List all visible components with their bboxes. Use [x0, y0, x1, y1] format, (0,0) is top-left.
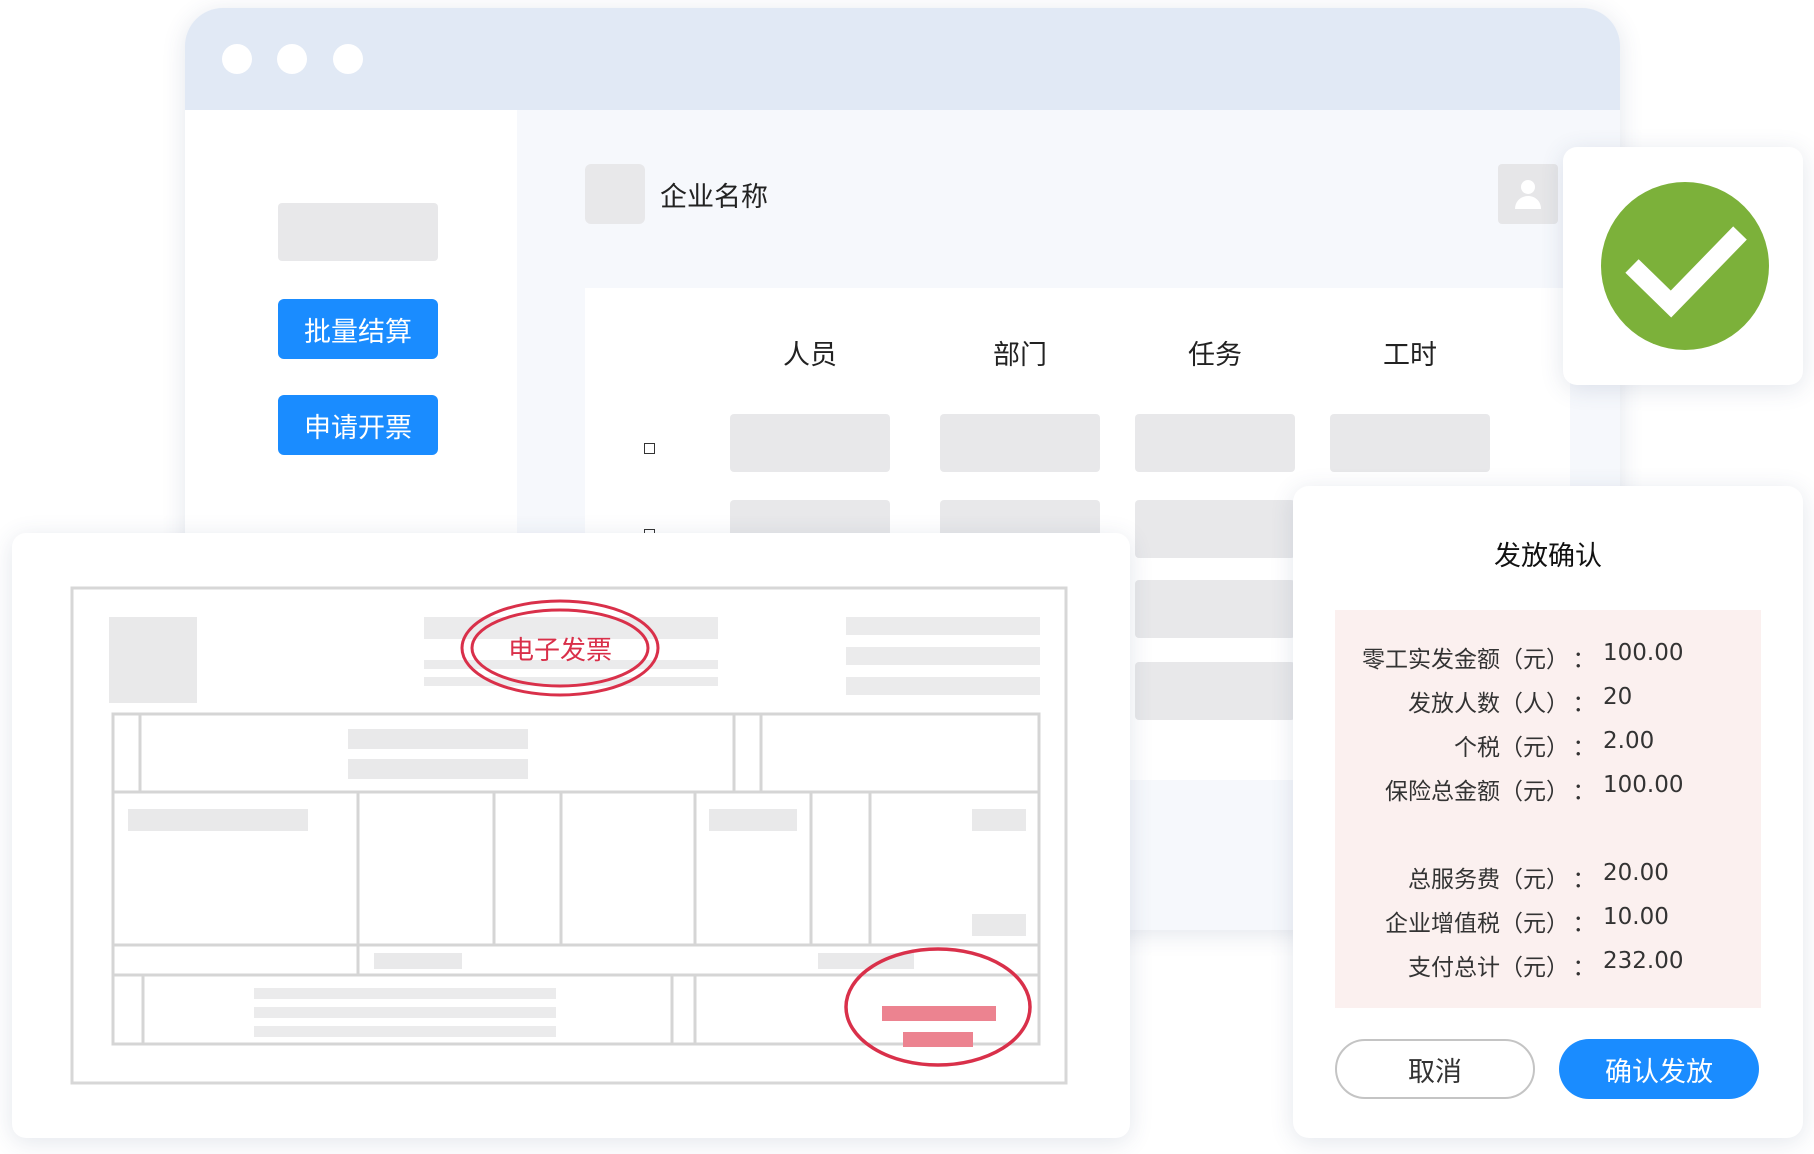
summary-row: 总服务费（元）： 20.00 — [1335, 860, 1761, 894]
window-dot — [222, 44, 252, 74]
column-header-task: 任务 — [1188, 340, 1242, 371]
summary-value: 10.00 — [1603, 904, 1669, 930]
cell-placeholder — [1135, 414, 1295, 472]
summary-label: 发放人数（人） — [1408, 691, 1569, 717]
window-dot — [277, 44, 307, 74]
row-checkbox[interactable] — [644, 443, 655, 454]
summary-row: 个税（元）： 2.00 — [1335, 728, 1761, 762]
summary-panel: 零工实发金额（元）： 100.00 发放人数（人）： 20 个税（元）： 2.00 保… — [1335, 610, 1761, 1008]
cell-placeholder — [1135, 580, 1295, 638]
summary-label: 支付总计（元） — [1408, 955, 1569, 981]
success-card — [1563, 147, 1803, 385]
user-avatar-button[interactable] — [1498, 164, 1558, 224]
summary-row: 保险总金额（元）： 100.00 — [1335, 772, 1761, 806]
summary-value: 100.00 — [1603, 772, 1684, 798]
cancel-button[interactable]: 取消 — [1335, 1039, 1535, 1099]
summary-value: 20.00 — [1603, 860, 1669, 886]
cell-placeholder — [1330, 414, 1490, 472]
window-titlebar — [185, 8, 1620, 110]
summary-value: 100.00 — [1603, 640, 1684, 666]
summary-value: 232.00 — [1603, 948, 1684, 974]
invoice-stamp-text: 电子发票 — [507, 636, 612, 666]
separator: ： — [1572, 691, 1596, 717]
separator: ： — [1572, 647, 1596, 673]
cell-placeholder — [1135, 662, 1295, 720]
summary-row: 发放人数（人）： 20 — [1335, 684, 1761, 718]
apply-invoice-button[interactable]: 申请开票 — [278, 395, 438, 455]
column-header-hours: 工时 — [1383, 340, 1437, 371]
summary-label: 零工实发金额（元） — [1362, 647, 1569, 673]
summary-value: 2.00 — [1603, 728, 1655, 754]
user-icon — [1515, 180, 1541, 209]
cell-placeholder — [1135, 500, 1295, 558]
separator: ： — [1572, 735, 1596, 761]
column-header-department: 部门 — [993, 340, 1047, 371]
separator: ： — [1572, 779, 1596, 805]
summary-value: 20 — [1603, 684, 1633, 710]
payout-confirm-dialog: 发放确认 零工实发金额（元）： 100.00 发放人数（人）： 20 个税（元）： 2… — [1293, 486, 1803, 1138]
cell-placeholder — [730, 414, 890, 472]
summary-row: 支付总计（元）： 232.00 — [1335, 948, 1761, 982]
batch-settle-button[interactable]: 批量结算 — [278, 299, 438, 359]
separator: ： — [1572, 867, 1596, 893]
summary-label: 保险总金额（元） — [1385, 779, 1569, 805]
window-dot — [333, 44, 363, 74]
summary-label: 企业增值税（元） — [1385, 911, 1569, 937]
separator: ： — [1572, 955, 1596, 981]
summary-label: 总服务费（元） — [1408, 867, 1569, 893]
company-name: 企业名称 — [660, 182, 768, 213]
separator: ： — [1572, 911, 1596, 937]
summary-row: 零工实发金额（元）： 100.00 — [1335, 640, 1761, 674]
column-header-person: 人员 — [783, 340, 837, 371]
check-icon — [1601, 182, 1769, 350]
cell-placeholder — [940, 414, 1100, 472]
invoice-illustration — [70, 586, 1068, 1085]
dialog-title: 发放确认 — [1494, 541, 1602, 572]
confirm-payout-button[interactable]: 确认发放 — [1559, 1039, 1759, 1099]
invoice-card: 电子发票 — [12, 533, 1130, 1138]
summary-row: 企业增值税（元）： 10.00 — [1335, 904, 1761, 938]
logo-placeholder — [278, 203, 438, 261]
company-logo — [585, 164, 645, 224]
summary-label: 个税（元） — [1454, 735, 1569, 761]
